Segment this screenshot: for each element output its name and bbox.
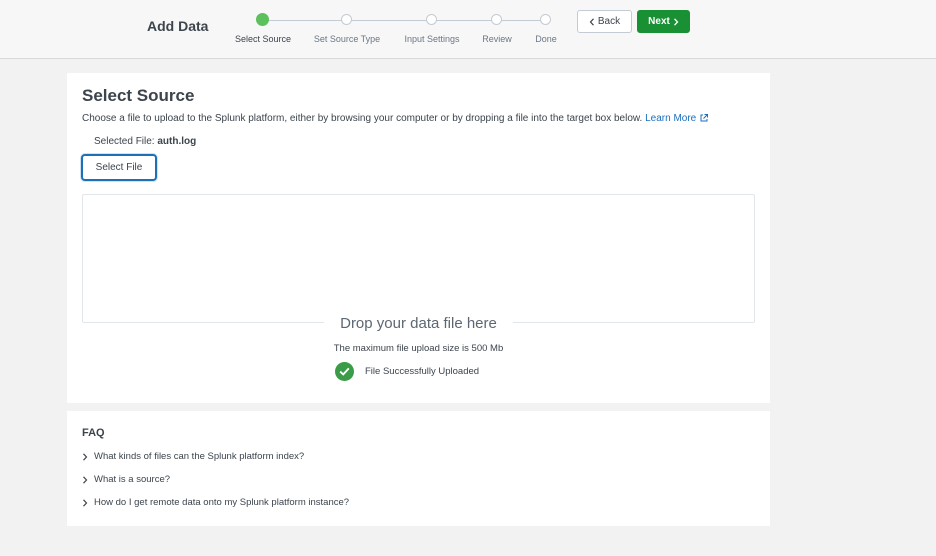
step-label-input-settings: Input Settings [404,34,460,44]
back-button[interactable]: Back [577,10,632,33]
drop-heading: Drop your data file here [324,313,513,335]
selected-file-name: auth.log [157,136,197,147]
faq-panel: FAQ What kinds of files can the Splunk p… [67,411,770,526]
step-label-review: Review [482,34,512,44]
learn-more-link[interactable]: Learn More [645,113,709,124]
faq-item-label: How do I get remote data onto my Splunk … [94,497,350,508]
next-button-label: Next [648,16,670,27]
chevron-left-icon [589,17,594,26]
next-button[interactable]: Next [637,10,690,33]
chevron-right-icon [83,498,88,507]
faq-item[interactable]: What kinds of files can the Splunk platf… [82,451,304,462]
learn-more-label: Learn More [645,113,697,124]
step-dot-set-source-type [341,14,352,25]
select-file-button[interactable]: Select File [81,154,157,181]
success-check-icon [335,362,354,381]
step-dot-done [540,14,551,25]
faq-item[interactable]: What is a source? [82,474,170,485]
back-button-label: Back [597,16,621,27]
step-dot-select-source [256,13,269,26]
drop-heading-wrap: Drop your data file here [82,313,755,335]
file-drop-zone[interactable] [82,194,755,323]
page-title: Add Data [147,18,209,34]
max-upload-size-text: The maximum file upload size is 500 Mb [333,343,504,354]
step-label-select-source: Select Source [234,34,292,44]
external-link-icon [700,114,709,122]
faq-item-label: What kinds of files can the Splunk platf… [94,451,305,462]
faq-item[interactable]: How do I get remote data onto my Splunk … [82,497,349,508]
step-label-set-source-type: Set Source Type [313,34,381,44]
step-label-done: Done [535,34,557,44]
description: Choose a file to upload to the Splunk pl… [82,113,709,124]
selected-file: Selected File: auth.log [94,136,196,147]
step-dot-review [491,14,502,25]
select-source-panel: Select Source Choose a file to upload to… [67,73,770,403]
step-connector [347,20,432,21]
step-connector [263,20,347,21]
chevron-right-icon [673,17,679,26]
upload-status: File Successfully Uploaded [335,362,479,381]
chevron-right-icon [83,475,88,484]
faq-title: FAQ [82,427,105,439]
step-dot-input-settings [426,14,437,25]
chevron-right-icon [83,452,88,461]
selected-file-label: Selected File: [94,136,155,147]
wizard-header: Add Data Select Source Set Source Type I… [0,0,936,59]
faq-item-label: What is a source? [94,474,171,485]
step-connector [432,20,497,21]
description-text: Choose a file to upload to the Splunk pl… [82,113,643,124]
section-title: Select Source [82,86,195,105]
upload-status-text: File Successfully Uploaded [365,366,480,377]
step-connector [497,20,546,21]
